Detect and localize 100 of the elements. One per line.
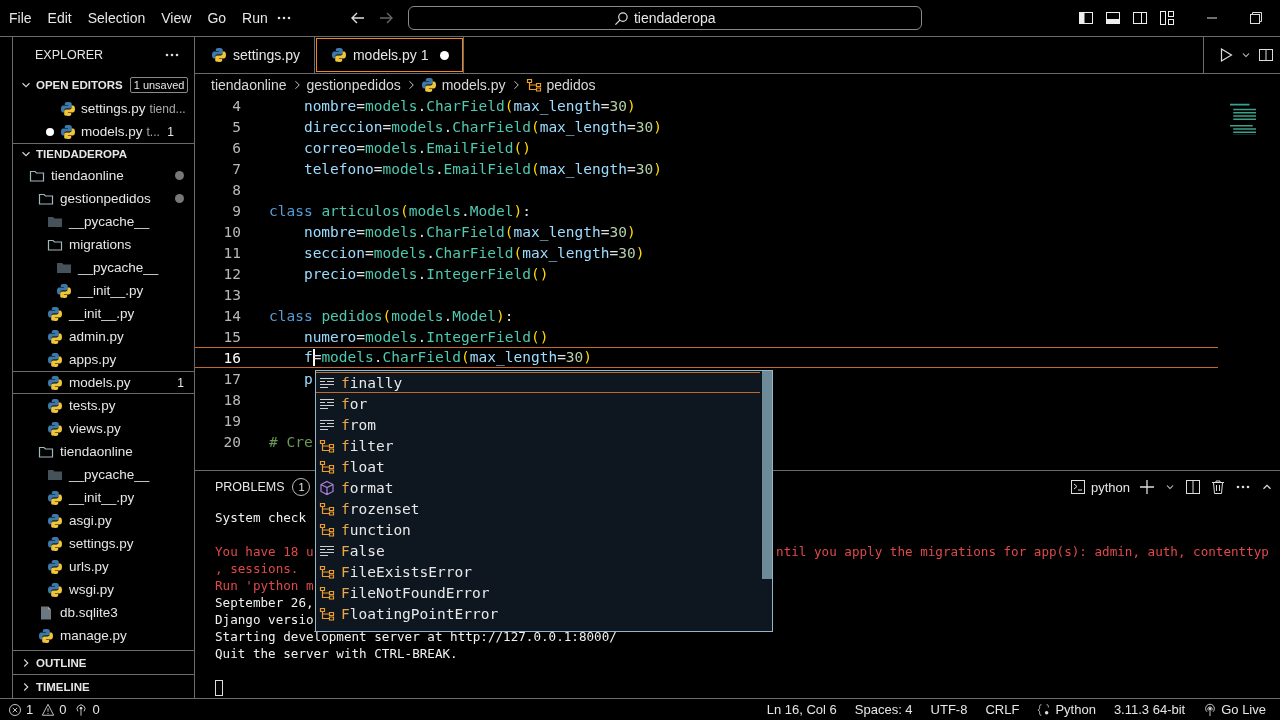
toggle-sidebar-icon[interactable] [1078, 10, 1094, 26]
menu-item[interactable]: Run [235, 6, 275, 30]
menu-item[interactable]: View [154, 6, 199, 30]
menu-item[interactable]: Go [200, 6, 234, 30]
tree-item[interactable]: tiendaonline [13, 164, 194, 187]
terminal-output: Quit the server with CTRL-BREAK. [215, 645, 458, 662]
class-symbol-icon [319, 584, 335, 601]
section-header[interactable]: TIENDADEROPA [13, 144, 194, 164]
python-file-icon [47, 305, 63, 322]
line-number: 18 [222, 391, 241, 408]
file-name: tiendaonline [60, 444, 133, 459]
terminal-selector[interactable]: python [1069, 479, 1130, 495]
trash-icon[interactable] [1210, 479, 1226, 495]
tree-item[interactable]: tiendaonline [13, 440, 194, 463]
tree-item[interactable]: __init__.py [13, 486, 194, 509]
python-file-icon [47, 328, 63, 345]
code-line: class pedidos(models.Model): [269, 307, 514, 324]
code-line: direccion=models.CharField(max_length=30) [302, 118, 662, 135]
plus-icon[interactable] [1139, 479, 1155, 495]
split-layout-icon[interactable] [1132, 10, 1148, 26]
status-item[interactable]: Go Live [1203, 702, 1266, 717]
suggestion-item[interactable]: for [316, 393, 760, 414]
tree-item[interactable]: apps.py [13, 348, 194, 371]
file-name: tests.py [69, 398, 116, 413]
section-header[interactable]: TIMELINE [13, 674, 194, 698]
suggestion-item[interactable]: FloatingPointError [316, 603, 760, 624]
suggestion-item[interactable]: FileExistsError [316, 561, 760, 582]
suggestion-item[interactable]: FileNotFoundError [316, 582, 760, 603]
back-arrow-icon[interactable] [349, 10, 366, 26]
code-line: telefono=models.EmailField(max_length=30) [302, 160, 662, 177]
file-path: t... [146, 124, 160, 139]
line-number: 10 [222, 223, 241, 240]
menu-item[interactable]: Edit [40, 6, 79, 30]
tree-item[interactable]: views.py [13, 417, 194, 440]
section-header[interactable]: OPEN EDITORS 1 unsaved [13, 73, 194, 97]
tree-item[interactable]: __pycache__ [13, 210, 194, 233]
status-item[interactable]: 0 [41, 702, 67, 717]
tree-item[interactable]: __init__.py [13, 302, 194, 325]
tree-item[interactable]: tests.py [13, 394, 194, 417]
tree-item[interactable]: settings.py [13, 532, 194, 555]
split-terminal-icon[interactable] [1185, 479, 1201, 495]
tree-item[interactable]: asgi.py [13, 509, 194, 532]
section-title: OPEN EDITORS [36, 79, 123, 91]
breadcrumb-item[interactable]: gestionpedidos [306, 76, 401, 93]
scrollbar-thumb[interactable] [762, 371, 772, 579]
status-item[interactable]: Ln 16, Col 6 [766, 702, 837, 717]
status-item[interactable]: 1 [8, 702, 34, 717]
code-line: p [302, 370, 313, 387]
suggestion-item[interactable]: float [316, 456, 760, 477]
editor-tab[interactable]: models.py 1 [314, 37, 465, 73]
class-symbol-icon [319, 500, 335, 517]
tree-item[interactable]: manage.py [13, 624, 194, 647]
python-file-icon [47, 489, 63, 506]
suggestion-item[interactable]: finally [316, 372, 760, 393]
suggestion-item[interactable]: format [316, 477, 760, 498]
python-file-icon [211, 47, 227, 63]
suggestion-item[interactable]: filter [316, 435, 760, 456]
status-item[interactable]: Spaces: 4 [854, 702, 913, 717]
tree-item[interactable]: __pycache__ [13, 463, 194, 486]
status-item[interactable]: CRLF [985, 702, 1020, 717]
file-name: __init__.py [78, 283, 144, 298]
tree-item[interactable]: __init__.py [13, 279, 194, 302]
tree-item[interactable]: migrations [13, 233, 194, 256]
code-line: precio=models.IntegerField() [302, 265, 549, 282]
status-item[interactable]: UTF-8 [930, 702, 968, 717]
tree-item[interactable]: models.py 1 [13, 371, 194, 394]
status-item[interactable]: 3.11.3 64-bit [1113, 702, 1186, 717]
tree-item[interactable]: __pycache__ [13, 256, 194, 279]
run-icon[interactable] [1218, 47, 1234, 63]
customize-layout-icon[interactable] [1159, 10, 1175, 26]
tree-item[interactable]: db.sqlite3 [13, 601, 194, 624]
suggestion-item[interactable]: frozenset [316, 498, 760, 519]
unsaved-badge: 1 unsaved [129, 77, 189, 93]
tree-item[interactable]: admin.py [13, 325, 194, 348]
suggestion-item[interactable]: function [316, 519, 760, 540]
status-item[interactable]: 0 [74, 702, 100, 717]
code-line: class articulos(models.Model): [269, 202, 531, 219]
breadcrumb-item[interactable]: models.py [420, 76, 506, 93]
suggestion-item[interactable]: from [316, 414, 760, 435]
tree-item[interactable]: wsgi.py [13, 578, 194, 601]
menu-item[interactable]: Selection [80, 6, 153, 30]
toggle-panel-icon[interactable] [1105, 10, 1121, 26]
breadcrumb-item[interactable]: tiendaonline [211, 76, 287, 93]
restore-icon[interactable] [1248, 10, 1264, 26]
split-editor-icon[interactable] [1258, 47, 1274, 63]
tree-item[interactable]: urls.py [13, 555, 194, 578]
panel-tab[interactable]: PROBLEMS 1 [215, 478, 311, 496]
open-editor-item[interactable]: models.py t... 1 [13, 120, 194, 143]
file-name: wsgi.py [69, 582, 114, 597]
search-field[interactable]: tiendaderopa [407, 6, 922, 30]
menu-item[interactable]: File [2, 6, 39, 30]
suggestion-item[interactable]: False [316, 540, 760, 561]
tree-item[interactable]: gestionpedidos [13, 187, 194, 210]
status-item[interactable]: Python [1037, 702, 1096, 717]
breadcrumb-item[interactable]: pedidos [525, 76, 596, 93]
open-editor-item[interactable]: settings.py tiend... [13, 97, 194, 120]
section-header[interactable]: OUTLINE [13, 650, 194, 674]
class-symbol-icon [319, 563, 335, 580]
python-file-icon [47, 420, 63, 437]
forward-arrow-icon[interactable] [377, 10, 394, 26]
